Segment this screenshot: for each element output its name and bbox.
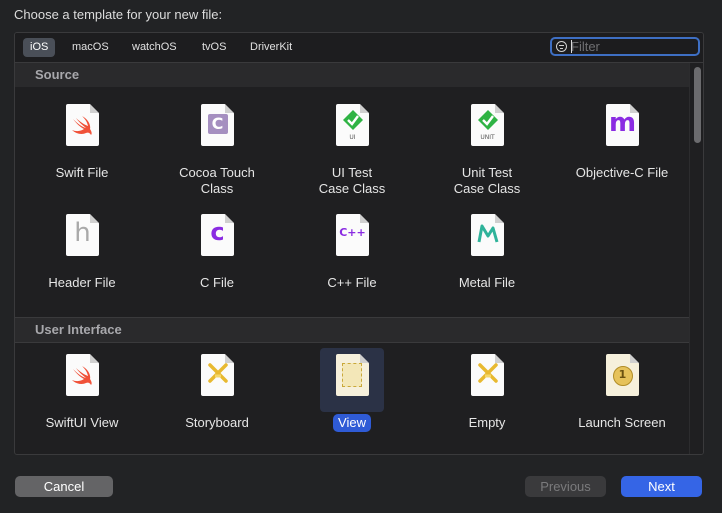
template-label: SwiftUI View bbox=[45, 415, 119, 430]
interface-builder-icon bbox=[478, 363, 498, 383]
filter-icon bbox=[556, 41, 567, 52]
tab-watchos[interactable]: watchOS bbox=[125, 38, 184, 57]
template-label: UI Test Case Class bbox=[318, 165, 386, 196]
checkmark-diamond-icon bbox=[478, 110, 498, 130]
template-label: Swift File bbox=[55, 165, 109, 180]
dialog-title: Choose a template for your new file: bbox=[14, 7, 223, 22]
tab-macos[interactable]: macOS bbox=[65, 38, 116, 57]
swift-bird-icon bbox=[72, 366, 92, 385]
template-label: Launch Screen bbox=[578, 415, 666, 430]
template-label: C++ File bbox=[327, 275, 377, 290]
vertical-scrollbar[interactable] bbox=[689, 63, 703, 454]
section-divider bbox=[15, 342, 689, 343]
tab-driverkit[interactable]: DriverKit bbox=[243, 38, 299, 57]
cancel-button[interactable]: Cancel bbox=[15, 476, 113, 497]
interface-builder-icon bbox=[208, 363, 228, 383]
next-button[interactable]: Next bbox=[621, 476, 702, 497]
template-label: View bbox=[333, 414, 371, 432]
tab-ios[interactable]: iOS bbox=[23, 38, 56, 57]
template-panel: iOS macOS watchOS tvOS DriverKit Source … bbox=[14, 32, 704, 455]
template-label: Unit Test Case Class bbox=[453, 165, 521, 196]
filter-input[interactable] bbox=[571, 39, 691, 54]
tab-tvos[interactable]: tvOS bbox=[195, 38, 233, 57]
previous-button[interactable]: Previous bbox=[525, 476, 606, 497]
template-label: Cocoa Touch Class bbox=[179, 165, 255, 196]
template-label: Empty bbox=[468, 415, 506, 430]
platform-tab-bar: iOS macOS watchOS tvOS DriverKit bbox=[15, 33, 703, 63]
filter-field[interactable] bbox=[550, 37, 700, 56]
template-label: C File bbox=[200, 275, 234, 290]
template-label: Objective-C File bbox=[575, 165, 669, 180]
swift-bird-icon bbox=[72, 116, 92, 135]
text-caret bbox=[571, 40, 572, 53]
metal-m-icon bbox=[477, 224, 499, 243]
template-label: Header File bbox=[48, 275, 116, 290]
checkmark-diamond-icon bbox=[343, 110, 363, 130]
section-header-user-interface: User Interface bbox=[15, 318, 689, 342]
template-label: Storyboard bbox=[185, 415, 249, 430]
section-header-source: Source bbox=[15, 63, 689, 87]
scrollbar-thumb[interactable] bbox=[694, 67, 701, 143]
template-label: Metal File bbox=[458, 275, 516, 290]
